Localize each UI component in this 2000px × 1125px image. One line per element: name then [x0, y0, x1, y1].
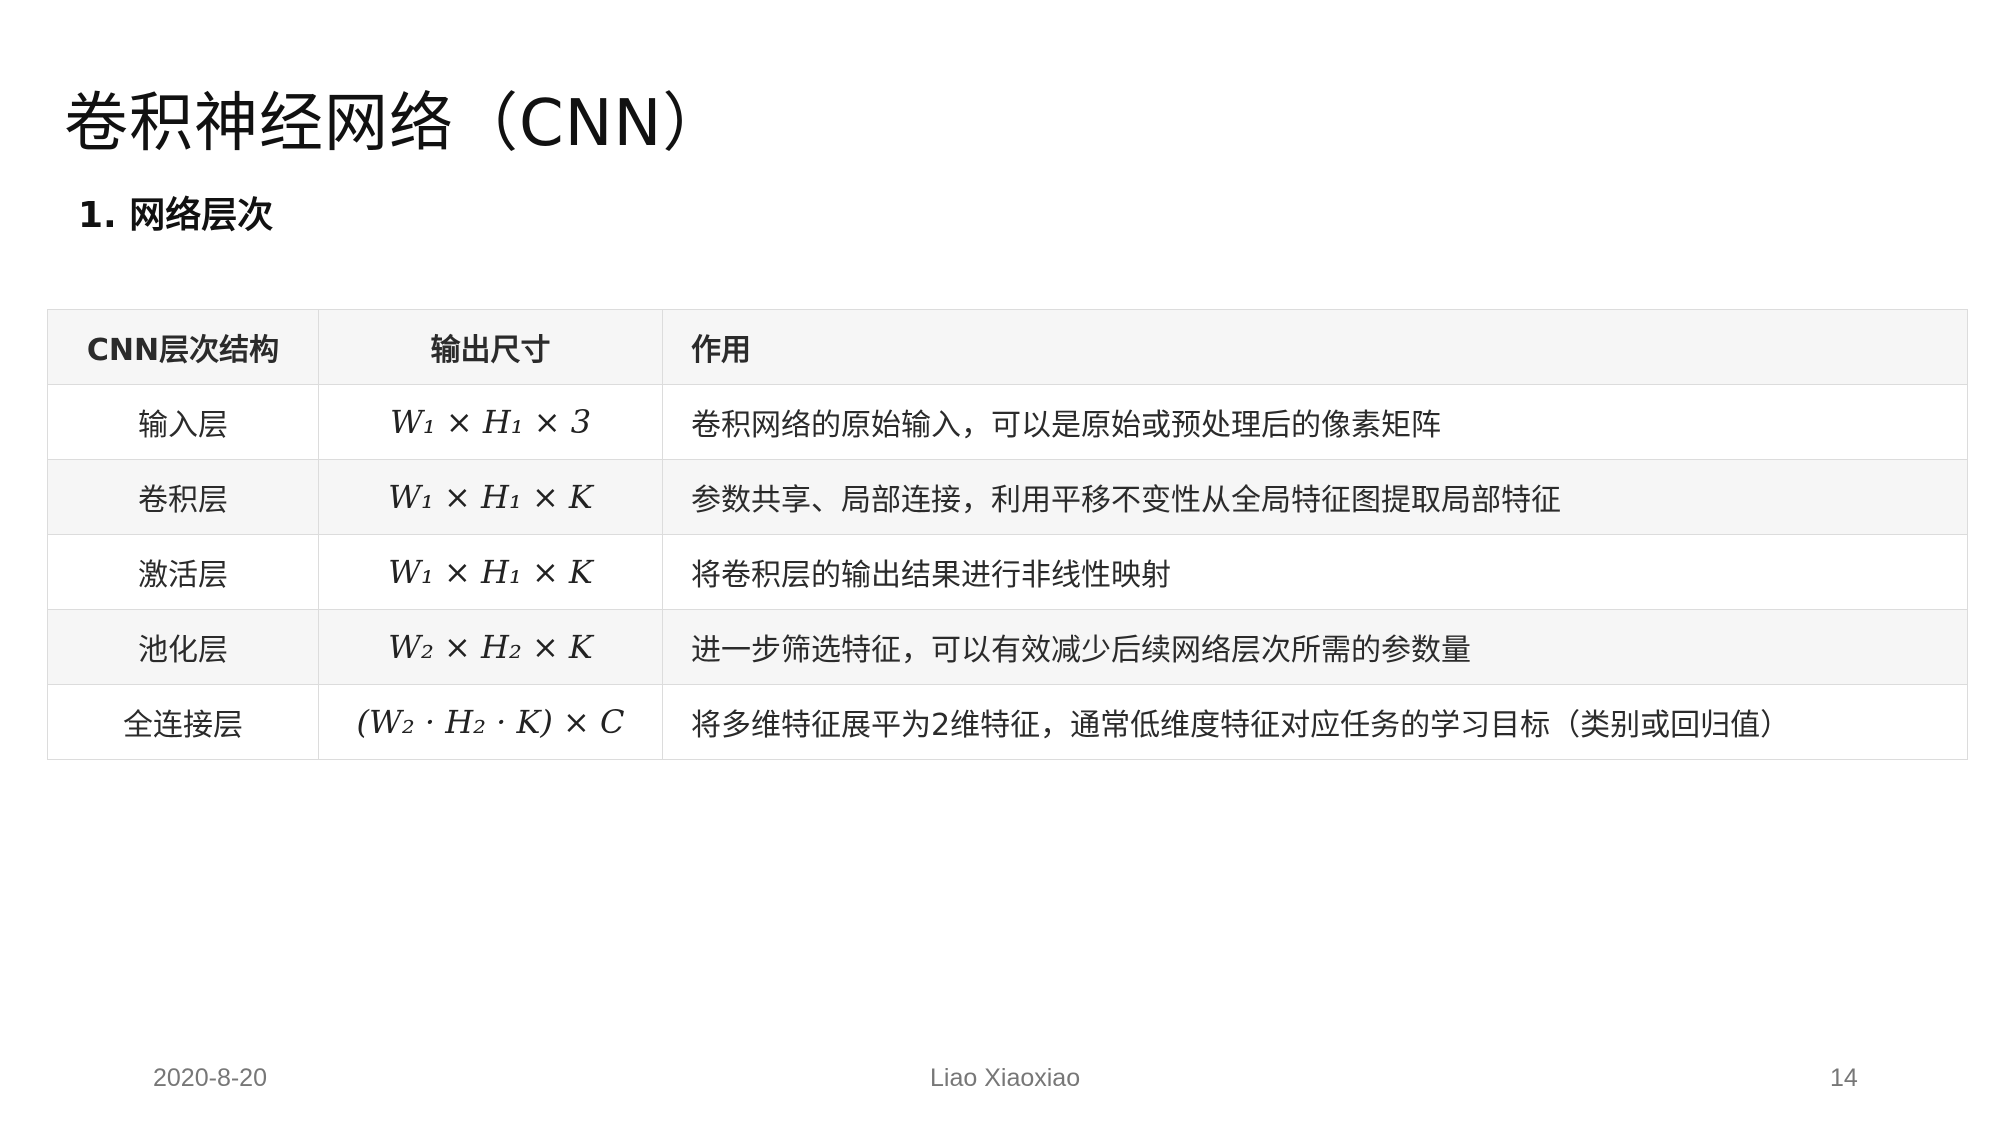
layer-name-cell: 激活层	[47, 534, 319, 610]
output-size-cell: W₁ × H₁ × K	[318, 459, 663, 535]
output-size-cell: W₁ × H₁ × K	[318, 534, 663, 610]
output-size-cell: W₁ × H₁ × 3	[318, 384, 663, 460]
table-header-row: CNN层次结构 输出尺寸 作用	[47, 309, 1968, 385]
output-size-cell: (W₂ · H₂ · K) × C	[318, 684, 663, 760]
layer-name-cell: 池化层	[47, 609, 319, 685]
table-row: 输入层 W₁ × H₁ × 3 卷积网络的原始输入，可以是原始或预处理后的像素矩…	[47, 384, 1968, 460]
description-cell: 进一步筛选特征，可以有效减少后续网络层次所需的参数量	[662, 609, 1968, 685]
footer-date: 2020-8-20	[153, 1064, 267, 1092]
output-size-cell: W₂ × H₂ × K	[318, 609, 663, 685]
header-function: 作用	[662, 309, 1968, 385]
layer-name-cell: 全连接层	[47, 684, 319, 760]
section-heading: 1. 网络层次	[78, 195, 274, 236]
layer-name-cell: 卷积层	[47, 459, 319, 535]
description-cell: 参数共享、局部连接，利用平移不变性从全局特征图提取局部特征	[662, 459, 1968, 535]
table-row: 全连接层 (W₂ · H₂ · K) × C 将多维特征展平为2维特征，通常低维…	[47, 684, 1968, 760]
table-row: 激活层 W₁ × H₁ × K 将卷积层的输出结果进行非线性映射	[47, 534, 1968, 610]
table-row: 卷积层 W₁ × H₁ × K 参数共享、局部连接，利用平移不变性从全局特征图提…	[47, 459, 1968, 535]
description-cell: 将多维特征展平为2维特征，通常低维度特征对应任务的学习目标（类别或回归值）	[662, 684, 1968, 760]
header-layer-structure: CNN层次结构	[47, 309, 319, 385]
footer-page-number: 14	[1830, 1064, 1858, 1092]
header-output-size: 输出尺寸	[318, 309, 663, 385]
cnn-layers-table: CNN层次结构 输出尺寸 作用 输入层 W₁ × H₁ × 3 卷积网络的原始输…	[47, 309, 1968, 760]
cnn-layers-table-container: CNN层次结构 输出尺寸 作用 输入层 W₁ × H₁ × 3 卷积网络的原始输…	[47, 309, 1968, 760]
slide-title: 卷积神经网络（CNN）	[64, 87, 728, 161]
layer-name-cell: 输入层	[47, 384, 319, 460]
table-row: 池化层 W₂ × H₂ × K 进一步筛选特征，可以有效减少后续网络层次所需的参…	[47, 609, 1968, 685]
description-cell: 将卷积层的输出结果进行非线性映射	[662, 534, 1968, 610]
description-cell: 卷积网络的原始输入，可以是原始或预处理后的像素矩阵	[662, 384, 1968, 460]
footer-author: Liao Xiaoxiao	[930, 1064, 1081, 1092]
